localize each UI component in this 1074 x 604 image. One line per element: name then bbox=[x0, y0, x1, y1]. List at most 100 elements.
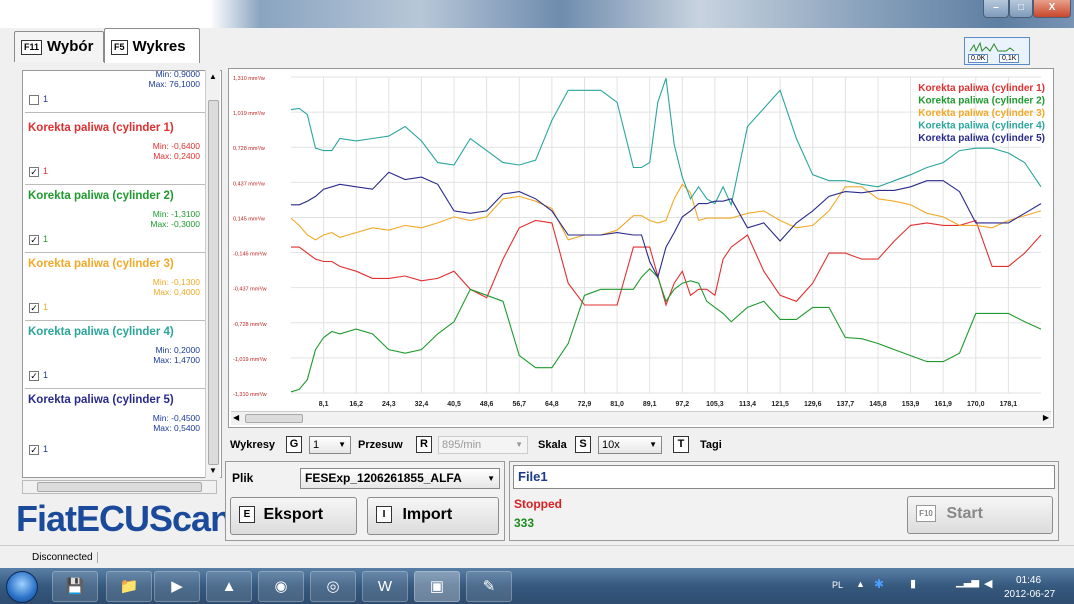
connection-status: Disconnected bbox=[28, 552, 98, 563]
sensor-item-cylinder-4[interactable]: Korekta paliwa (cylinder 4) Min: 0,2000 … bbox=[25, 321, 208, 389]
scroll-up-icon[interactable]: ▲ bbox=[209, 72, 217, 81]
import-key: I bbox=[376, 506, 392, 524]
legend-entry: Korekta paliwa (cylinder 2) bbox=[918, 96, 1045, 107]
wykresy-label: Wykresy bbox=[230, 439, 276, 451]
status-text: Stopped bbox=[514, 497, 562, 511]
maximize-button[interactable]: □ bbox=[1009, 0, 1033, 18]
legend-entry: Korekta paliwa (cylinder 1) bbox=[918, 83, 1045, 94]
x-tick-label: 97,2 bbox=[675, 401, 689, 408]
sensor-max: Max: 0,4000 bbox=[153, 287, 200, 297]
eksport-button[interactable]: E Eksport bbox=[230, 497, 357, 535]
sensor-checkbox[interactable] bbox=[29, 95, 39, 105]
sensor-item-cylinder-3[interactable]: Korekta paliwa (cylinder 3) Min: -0,1300… bbox=[25, 253, 208, 321]
start-button[interactable]: F10 Start bbox=[907, 496, 1053, 534]
chart-hscroll[interactable]: ◀ ▶ bbox=[231, 411, 1051, 425]
przesuw-key: R bbox=[416, 436, 432, 453]
clock-time[interactable]: 01:46 bbox=[1016, 575, 1041, 586]
x-tick-label: 48,6 bbox=[480, 401, 494, 408]
chart-frame: 1,310 mm³/w 1,019 mm³/w 0,728 mm³/w 0,437 m… bbox=[228, 68, 1054, 428]
sensor-checkbox[interactable]: ✓ bbox=[29, 445, 39, 455]
y-tick-label: -1,019 mm³/w bbox=[233, 357, 267, 363]
clock-date[interactable]: 2012-06-27 bbox=[1004, 589, 1055, 600]
sensor-min: Min: -0,6400 bbox=[152, 141, 200, 151]
start-label: Start bbox=[946, 505, 983, 522]
tab-wykres-label: Wykres bbox=[132, 38, 186, 55]
skala-key: S bbox=[575, 436, 591, 453]
chrome-icon[interactable]: ◎ bbox=[310, 571, 356, 602]
sensor-max: Max: 0,5400 bbox=[153, 423, 200, 433]
eksport-label: Eksport bbox=[263, 506, 324, 523]
series-line-1 bbox=[291, 219, 1042, 307]
x-tick-label: 89,1 bbox=[643, 401, 657, 408]
skala-label: Skala bbox=[538, 439, 567, 451]
sensor-checkbox[interactable]: ✓ bbox=[29, 235, 39, 245]
sensor-checkbox[interactable]: ✓ bbox=[29, 371, 39, 381]
scroll-thumb[interactable] bbox=[208, 100, 219, 465]
przesuw-value: 895/min bbox=[442, 439, 482, 451]
scroll-thumb[interactable] bbox=[37, 482, 202, 492]
import-label: Import bbox=[402, 506, 453, 523]
paint-icon[interactable]: ✎ bbox=[466, 571, 512, 602]
word-icon[interactable]: W bbox=[362, 571, 408, 602]
plik-select[interactable]: FESExp_1206261855_ALFA ▼ bbox=[300, 468, 500, 489]
sensor-item-cylinder-2[interactable]: Korekta paliwa (cylinder 2) Min: -1,3100… bbox=[25, 185, 208, 253]
x-tick-label: 32,4 bbox=[415, 401, 429, 408]
sensor-min: Min: -0,4500 bbox=[152, 413, 200, 423]
scroll-left-icon[interactable]: ◀ bbox=[233, 413, 239, 422]
x-tick-label: 145,8 bbox=[869, 401, 887, 408]
media-player-icon[interactable]: ▶ bbox=[154, 571, 200, 602]
sensor-list-panel: Min: 0,9000 Max: 76,1000 1 Korekta paliw… bbox=[22, 70, 222, 478]
plik-label: Plik bbox=[232, 471, 254, 485]
import-button[interactable]: I Import bbox=[367, 497, 499, 535]
sensor-list-hscroll[interactable] bbox=[22, 480, 217, 494]
sensor-item-cylinder-1[interactable]: Korekta paliwa (cylinder 1) Min: -0,6400… bbox=[25, 117, 208, 185]
x-tick-label: 161,9 bbox=[934, 401, 952, 408]
sensor-count: 1 bbox=[43, 444, 49, 454]
x-tick-label: 129,6 bbox=[804, 401, 822, 408]
sensor-max: Max: 76,1000 bbox=[148, 79, 200, 89]
sensor-item-cylinder-5[interactable]: Korekta paliwa (cylinder 5) Min: -0,4500… bbox=[25, 389, 208, 475]
skala-select[interactable]: 10x ▼ bbox=[598, 436, 662, 454]
x-tick-label: 56,7 bbox=[512, 401, 526, 408]
tab-wybor-label: Wybór bbox=[47, 38, 94, 55]
meter-right-value: 0,1K bbox=[999, 54, 1020, 63]
fiatecuscan-app-icon[interactable]: ▣ bbox=[414, 571, 460, 602]
minimize-button[interactable]: – bbox=[983, 0, 1009, 18]
vlc-icon[interactable]: ▲ bbox=[206, 571, 252, 602]
scroll-down-icon[interactable]: ▼ bbox=[209, 466, 217, 475]
x-tick-label: 8,1 bbox=[319, 401, 329, 408]
y-tick-label: -0,437 mm³/w bbox=[233, 287, 267, 293]
start-orb-icon[interactable] bbox=[6, 571, 38, 603]
x-tick-label: 153,9 bbox=[902, 401, 920, 408]
folder-icon[interactable]: 📁 bbox=[106, 571, 152, 602]
legend-entry: Korekta paliwa (cylinder 4) bbox=[918, 121, 1045, 132]
firefox-icon[interactable]: ◉ bbox=[258, 571, 304, 602]
file-name-field[interactable]: File1 bbox=[513, 465, 1055, 489]
series-line-5 bbox=[291, 171, 1042, 279]
tray-arrow-icon[interactable]: ▲ bbox=[856, 579, 865, 589]
sensor-checkbox[interactable]: ✓ bbox=[29, 167, 39, 177]
sensor-checkbox[interactable]: ✓ bbox=[29, 303, 39, 313]
tab-wykres[interactable]: F5 Wykres bbox=[104, 28, 200, 63]
y-tick-label: 0,437 mm³/w bbox=[233, 181, 265, 187]
scroll-thumb[interactable] bbox=[245, 414, 303, 423]
floppy-app-icon[interactable]: 💾 bbox=[52, 571, 98, 602]
network-icon[interactable]: ▮ bbox=[910, 577, 916, 590]
signal-icon[interactable]: ▁▃▅ bbox=[956, 577, 979, 588]
tagi-label: Tagi bbox=[700, 439, 722, 451]
chart-controls: Wykresy G 1 ▼ Przesuw R 895/min ▼ Skala S … bbox=[230, 435, 830, 457]
tagi-key[interactable]: T bbox=[673, 436, 689, 453]
wykresy-select[interactable]: 1 ▼ bbox=[309, 436, 351, 454]
tab-wybor[interactable]: F11 Wybór bbox=[14, 31, 104, 62]
sensor-list-vscroll[interactable]: ▲ ▼ bbox=[205, 70, 220, 478]
language-indicator[interactable]: PL bbox=[832, 580, 843, 590]
sensor-min: Min: -1,3100 bbox=[152, 209, 200, 219]
sensor-min: Min: 0,9000 bbox=[155, 70, 200, 79]
wykresy-value: 1 bbox=[313, 439, 320, 451]
x-tick-label: 16,2 bbox=[349, 401, 363, 408]
scroll-right-icon[interactable]: ▶ bbox=[1043, 413, 1049, 422]
bluetooth-icon[interactable]: ✱ bbox=[874, 577, 884, 591]
y-tick-label: 0,145 mm³/w bbox=[233, 216, 265, 222]
volume-icon[interactable]: ◀ bbox=[984, 577, 992, 590]
close-button[interactable]: X bbox=[1033, 0, 1071, 18]
